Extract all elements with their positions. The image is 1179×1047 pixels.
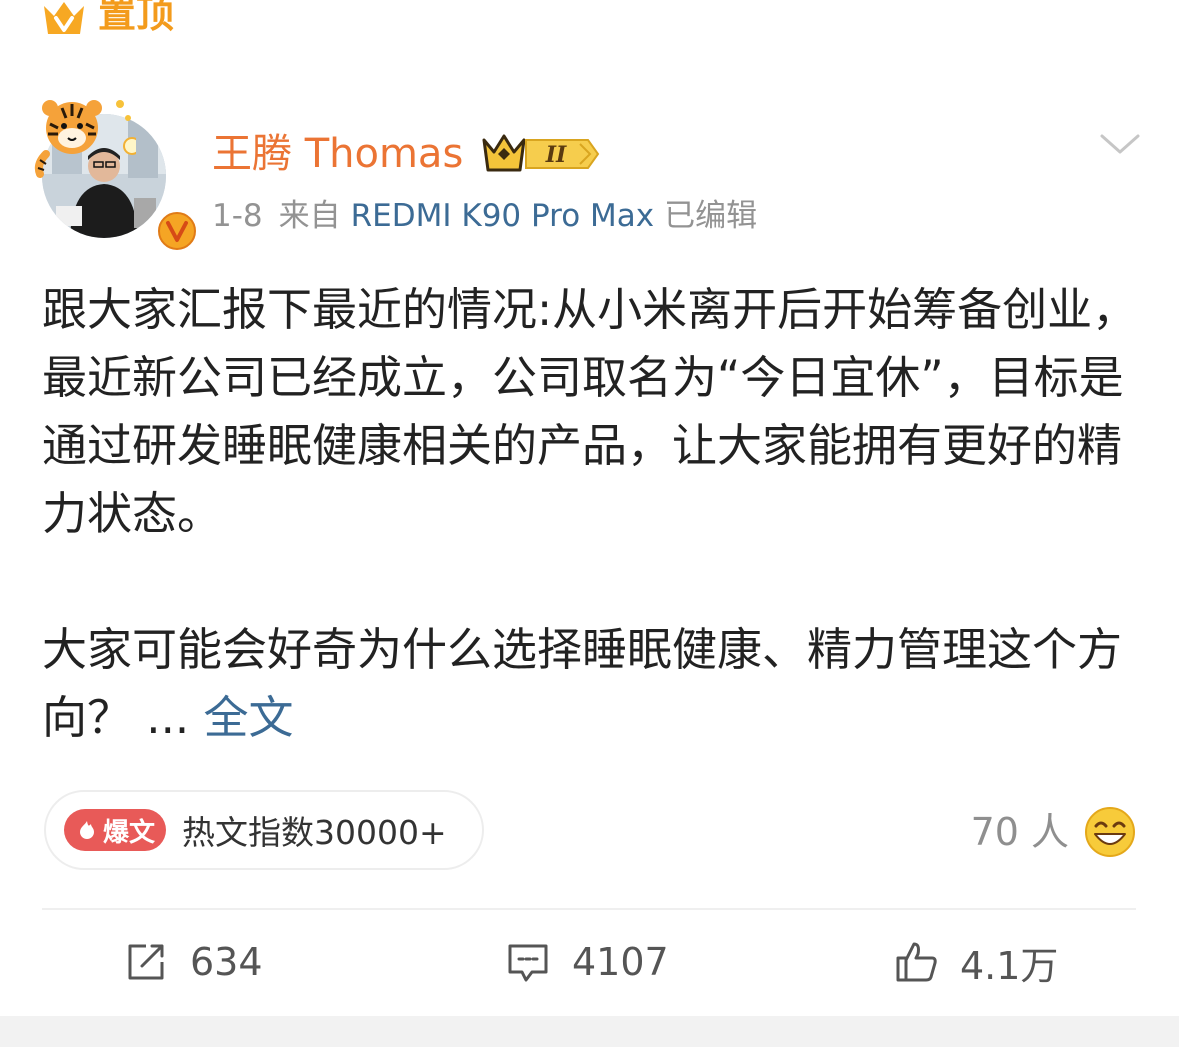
crown-v-icon bbox=[44, 2, 84, 34]
verified-v-icon bbox=[155, 209, 199, 253]
full-text-link[interactable]: 全文 bbox=[204, 691, 294, 744]
pinned-label: 置顶 bbox=[98, 0, 175, 36]
divider bbox=[42, 908, 1136, 910]
flame-icon bbox=[79, 821, 94, 839]
like-button[interactable]: 4.1万 bbox=[894, 936, 1058, 988]
badge-level: II bbox=[545, 142, 567, 168]
repost-icon bbox=[128, 944, 164, 980]
hot-tag-label: 爆文 bbox=[102, 817, 155, 848]
pinned-indicator: 置顶 bbox=[40, 0, 174, 40]
chevron-down-icon[interactable] bbox=[1098, 128, 1142, 160]
post-date: 1-8 bbox=[212, 198, 263, 234]
member-crown-badge-icon[interactable]: II bbox=[480, 130, 600, 176]
author-avatar[interactable] bbox=[32, 94, 199, 253]
author-name[interactable]: 王腾 Thomas bbox=[212, 128, 463, 180]
repost-count: 634 bbox=[190, 940, 263, 984]
post-content[interactable]: 跟大家汇报下最近的情况:从小米离开后开始筹备创业，最近新公司已经成立，公司取名为… bbox=[42, 276, 1142, 752]
thumbs-up-icon bbox=[896, 942, 937, 982]
comment-button[interactable]: 4107 bbox=[506, 936, 669, 988]
source-prefix: 来自 bbox=[278, 198, 341, 234]
post-paragraph-2: 大家可能会好奇为什么选择睡眠健康、精力管理这个方向？ ... 全文 bbox=[42, 616, 1142, 752]
tiger-pendant-icon bbox=[34, 100, 136, 178]
device-link[interactable]: REDMI K90 Pro Max bbox=[351, 198, 655, 234]
like-count: 4.1万 bbox=[960, 943, 1059, 988]
weibo-post-page: 置顶 王腾 Thomas II 1-8 来自 REDMI K90 Pro Max… bbox=[0, 0, 1179, 1047]
post-paragraph-1: 跟大家汇报下最近的情况:从小米离开后开始筹备创业，最近新公司已经成立，公司取名为… bbox=[42, 283, 1138, 540]
hot-tag: 爆文 bbox=[64, 809, 166, 851]
hot-index-text: 热文指数30000+ bbox=[182, 813, 447, 852]
repost-button[interactable]: 634 bbox=[124, 936, 263, 988]
comment-icon bbox=[508, 944, 548, 982]
bottom-separator bbox=[0, 1016, 1179, 1047]
post-meta: 1-8 来自 REDMI K90 Pro Max 已编辑 bbox=[212, 194, 757, 238]
hot-index-pill[interactable]: 爆文 热文指数30000+ bbox=[44, 790, 484, 870]
edited-label[interactable]: 已编辑 bbox=[664, 198, 757, 234]
laughing-emoji-icon[interactable] bbox=[1084, 806, 1136, 858]
reaction-count[interactable]: 70 人 bbox=[971, 808, 1069, 856]
comment-count: 4107 bbox=[572, 940, 669, 984]
